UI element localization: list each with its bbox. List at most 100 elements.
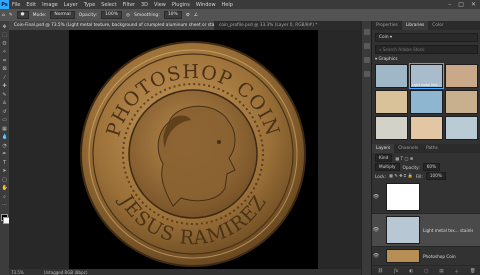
marquee-tool-icon[interactable]: ⬚ <box>2 32 8 38</box>
shape-tool-icon[interactable]: ▢ <box>2 177 8 183</box>
brush-tool-icon-side[interactable]: ✎ <box>2 92 8 98</box>
library-item[interactable] <box>445 90 478 114</box>
fill-field[interactable]: 100% <box>425 172 446 180</box>
doc-tab-coin-final[interactable]: Coin-Final.psd @ 73.5% (Light metal text… <box>9 21 214 30</box>
pressure-icon[interactable]: ◎ <box>126 13 130 18</box>
healing-tool-icon[interactable]: ✚ <box>2 83 8 89</box>
more-tools-icon[interactable]: ⋯ <box>2 202 8 208</box>
layer-opacity-field[interactable]: 60% <box>422 163 441 171</box>
new-layer-icon[interactable]: ＋ <box>454 269 459 275</box>
layer-name: Photoshop Coin <box>423 253 456 259</box>
tab-libraries[interactable]: Libraries <box>401 21 429 30</box>
history-brush-icon[interactable]: ↺ <box>2 109 8 115</box>
smoothing-field[interactable]: 10% <box>163 11 182 19</box>
lasso-tool-icon[interactable]: ʘ <box>2 41 8 47</box>
blend-mode-select[interactable]: Multiply <box>375 163 400 171</box>
fill-label: Fill: <box>415 173 423 179</box>
pen-tool-icon[interactable]: ✒ <box>2 151 8 157</box>
minimize-button[interactable]: – <box>448 1 451 8</box>
tab-channels[interactable]: Channels <box>394 144 422 153</box>
path-select-icon[interactable]: ➤ <box>2 168 8 174</box>
mode-label: Mode: <box>32 12 47 18</box>
layer-row[interactable]: 👁 <box>372 181 480 214</box>
library-item[interactable] <box>445 64 478 88</box>
opacity-field[interactable]: 100% <box>101 11 123 19</box>
eye-icon[interactable]: 👁 <box>372 227 380 233</box>
history-panel-icon[interactable] <box>364 29 370 35</box>
eye-icon[interactable]: 👁 <box>372 194 380 200</box>
frame-tool-icon[interactable]: ⊠ <box>2 66 8 72</box>
mode-select[interactable]: Normal <box>50 11 75 19</box>
layer-row[interactable]: 👁 Photoshop Coin <box>372 247 480 266</box>
eraser-tool-icon[interactable]: ▭ <box>2 117 8 123</box>
eye-icon[interactable]: 👁 <box>372 253 380 259</box>
menu-file[interactable]: File <box>12 2 20 8</box>
quick-select-tool-icon[interactable]: ✧ <box>2 49 8 55</box>
library-item[interactable] <box>375 64 408 88</box>
angle-icon[interactable]: ∠ <box>194 13 198 18</box>
library-item[interactable] <box>410 90 443 114</box>
adjustment-icon[interactable]: ▢ <box>424 269 428 274</box>
fx-icon[interactable]: ƒx <box>394 269 398 274</box>
group-header[interactable]: ▾ Graphics <box>375 57 478 62</box>
character-panel-icon[interactable] <box>364 71 370 77</box>
library-item[interactable] <box>445 116 478 140</box>
layer-thumbnail <box>386 216 420 244</box>
menu-edit[interactable]: Edit <box>26 2 36 8</box>
move-tool-icon[interactable]: ✥ <box>2 24 8 30</box>
menu-view[interactable]: View <box>154 2 166 8</box>
home-icon[interactable]: ⌂ <box>2 13 5 18</box>
type-tool-icon[interactable]: T <box>2 160 8 166</box>
trash-icon[interactable]: 🗑 <box>470 269 476 274</box>
blur-tool-icon[interactable]: 💧 <box>2 134 8 140</box>
menu-image[interactable]: Image <box>42 2 58 8</box>
menu-help[interactable]: Help <box>222 2 233 8</box>
menu-select[interactable]: Select <box>101 2 116 8</box>
maximize-button[interactable]: □ <box>458 1 464 8</box>
settings-gear-icon[interactable]: ⚙ <box>186 13 190 18</box>
filter-icon[interactable]: ▦ T ▢ ⊕ <box>395 156 413 161</box>
gradient-tool-icon[interactable]: ▦ <box>2 126 8 132</box>
crop-tool-icon[interactable]: ⌗ <box>2 58 8 64</box>
brush-panel-icon[interactable] <box>364 57 370 63</box>
tab-paths[interactable]: Paths <box>422 144 442 153</box>
menu-type[interactable]: Type <box>84 2 95 8</box>
menu-plugins[interactable]: Plugins <box>172 2 190 8</box>
layer-row[interactable]: 👁 Light metal tex... stainless steel <box>372 214 480 247</box>
link-layers-icon[interactable]: ⛓ <box>377 269 383 274</box>
chevron-down-icon: ▾ <box>389 35 393 40</box>
menu-3d[interactable]: 3D <box>141 2 148 8</box>
brush-size-picker[interactable]: ● <box>16 11 29 19</box>
library-select[interactable]: Coin ▾ <box>375 33 478 42</box>
close-button[interactable]: ✕ <box>471 1 476 8</box>
library-item[interactable] <box>375 90 408 114</box>
brush-tool-icon[interactable]: ✎ <box>9 13 13 18</box>
tab-color[interactable]: Color <box>428 21 447 30</box>
opacity-label: Opacity: <box>78 12 98 18</box>
mask-icon[interactable]: ◐ <box>409 269 413 274</box>
dodge-tool-icon[interactable]: ◔ <box>2 143 8 149</box>
tab-properties[interactable]: Properties <box>372 21 402 30</box>
eyedropper-tool-icon[interactable]: ⁄ <box>2 75 8 81</box>
kind-filter-select[interactable]: Kind <box>375 154 393 162</box>
group-icon[interactable]: ▤ <box>439 269 443 274</box>
library-item[interactable] <box>375 116 408 140</box>
doc-tab-coin-profile[interactable]: coin_profile.psd @ 33.3% (Layer 0, RGB/8… <box>214 21 359 30</box>
lock-label: Lock: <box>375 173 386 179</box>
document-info[interactable]: Untagged RGB (8bpc) <box>44 270 88 275</box>
library-search-input[interactable]: ⌕ Search Adobe Stock <box>375 45 478 54</box>
library-item[interactable]: Light metal text... <box>409 63 444 89</box>
library-item[interactable] <box>410 116 443 140</box>
zoom-tool-icon[interactable]: ⌕ <box>2 194 8 200</box>
menu-filter[interactable]: Filter <box>123 2 135 8</box>
menu-layer[interactable]: Layer <box>64 2 78 8</box>
adjustments-panel-icon[interactable] <box>364 43 370 49</box>
library-item-label: Light metal text... <box>412 83 441 87</box>
lock-icons[interactable]: ▦ ✎ ✥ ⌗ 🔒 <box>389 173 413 179</box>
zoom-level[interactable]: 73.5% <box>11 270 24 275</box>
tab-layers[interactable]: Layers <box>372 144 395 153</box>
hand-tool-icon[interactable]: ✋ <box>2 185 8 191</box>
menu-window[interactable]: Window <box>196 2 216 8</box>
document-canvas[interactable]: PHOTOSHOP COIN JESUS RAMIREZ <box>69 30 318 269</box>
stamp-tool-icon[interactable]: ♙ <box>2 100 8 106</box>
